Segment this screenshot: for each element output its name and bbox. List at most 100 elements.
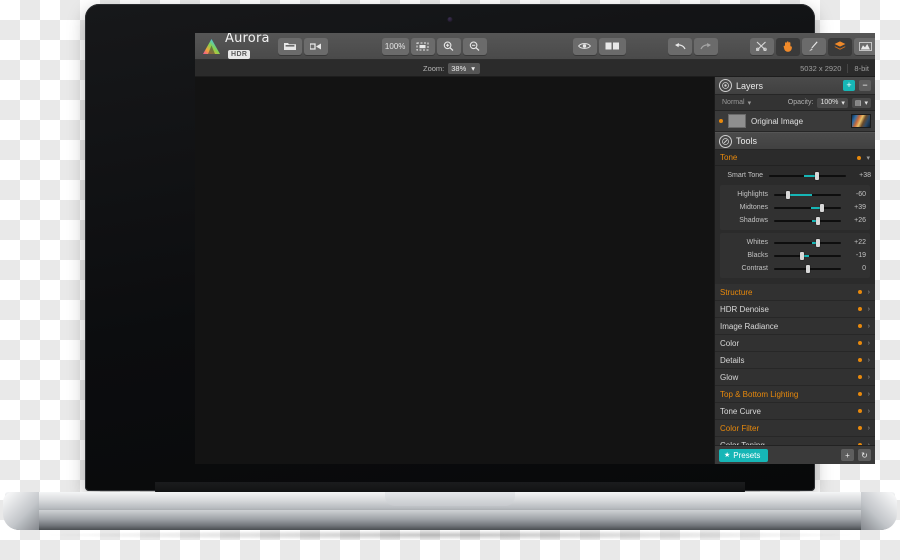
slider-track[interactable] [769, 171, 846, 180]
filter-active-dot[interactable] [857, 341, 862, 345]
filter-active-dot[interactable] [857, 392, 862, 396]
slider-track[interactable] [774, 251, 841, 260]
presets-bar: ★ Presets + ↻ [715, 445, 875, 464]
slider-handle[interactable] [800, 251, 805, 260]
layer-thumbnail [728, 114, 746, 128]
filter-row[interactable]: HDR Denoise › [715, 301, 875, 318]
layers-tool-button[interactable] [827, 37, 852, 55]
slider-handle[interactable] [814, 171, 819, 180]
filter-row[interactable]: Details › [715, 352, 875, 369]
slider-handle[interactable] [816, 216, 821, 225]
chevron-right-icon[interactable]: › [868, 289, 870, 296]
filter-active-dot[interactable] [857, 375, 862, 379]
filter-active-dot[interactable] [857, 290, 862, 294]
blend-mode-select[interactable]: Normal ▾ [719, 98, 754, 108]
chevron-right-icon[interactable]: › [868, 357, 870, 364]
chevron-right-icon[interactable]: › [868, 391, 870, 398]
filter-row[interactable]: Structure › [715, 284, 875, 301]
slider-row[interactable]: Contrast 0 [720, 262, 870, 275]
slider-track[interactable] [774, 190, 841, 199]
slider-track[interactable] [774, 264, 841, 273]
layer-item-original-image[interactable]: Original Image [715, 111, 875, 132]
filter-row[interactable]: Glow › [715, 369, 875, 386]
slider-row[interactable]: Highlights -60 [720, 188, 870, 201]
histogram-button[interactable] [853, 37, 875, 55]
chevron-right-icon[interactable]: › [868, 306, 870, 313]
filter-row[interactable]: Color › [715, 335, 875, 352]
slider-row[interactable]: Whites +22 [720, 236, 870, 249]
chevron-right-icon[interactable]: › [868, 408, 870, 415]
app-body: Layers + − Normal ▾ Opacity: 100% ▾ ▤ ▾ … [195, 77, 875, 464]
chevron-down-icon[interactable]: ▾ [866, 154, 870, 162]
info-bar: Zoom: 38% ▾ 5032 x 2920 8-bit [195, 60, 875, 77]
slider-value: +26 [854, 217, 866, 224]
zoom-out-icon [469, 41, 480, 51]
filter-active-dot[interactable] [857, 324, 862, 328]
image-dimensions: 5032 x 2920 [800, 63, 842, 73]
slider-label: Whites [746, 239, 768, 246]
add-layer-button[interactable]: + [843, 80, 855, 91]
slider-track[interactable] [774, 216, 841, 225]
fit-to-screen-button[interactable] [410, 37, 435, 55]
layers-panel-title: Layers [736, 80, 764, 91]
slider-track[interactable] [774, 238, 841, 247]
filter-row[interactable]: Color Filter › [715, 420, 875, 437]
crop-transform-icon [756, 41, 767, 51]
filter-row[interactable]: Top & Bottom Lighting › [715, 386, 875, 403]
compare-button[interactable] [598, 37, 626, 55]
filter-active-dot[interactable] [857, 426, 862, 430]
crop-tool-button[interactable] [749, 37, 774, 55]
chevron-right-icon[interactable]: › [868, 425, 870, 432]
smart-tone-row-group: Smart Tone +38 [715, 169, 875, 182]
slider-track[interactable] [774, 203, 841, 212]
filter-active-dot[interactable] [857, 307, 862, 311]
zoom-in-button[interactable] [436, 37, 461, 55]
layer-name: Original Image [751, 116, 804, 126]
opacity-select[interactable]: 100% ▾ [817, 97, 848, 108]
chevron-right-icon[interactable]: › [868, 340, 870, 347]
zoom-100-button[interactable]: 100% [381, 37, 409, 55]
slider-handle[interactable] [805, 264, 810, 273]
slider-row[interactable]: Midtones +39 [720, 201, 870, 214]
preview-toggle-button[interactable] [572, 37, 597, 55]
mask-menu-button[interactable]: ▤ ▾ [851, 97, 871, 108]
tone-section-header[interactable]: Tone ▾ [715, 150, 875, 166]
base-notch [385, 492, 515, 506]
slider-handle[interactable] [815, 238, 820, 247]
open-file-button[interactable] [277, 37, 302, 55]
chevron-right-icon[interactable]: › [868, 374, 870, 381]
brush-tool-button[interactable] [801, 37, 826, 55]
zoom-group: 100% [381, 37, 489, 55]
redo-button[interactable] [693, 37, 718, 55]
slider-handle[interactable] [819, 203, 824, 212]
undo-button[interactable] [667, 37, 692, 55]
presets-button[interactable]: ★ Presets [719, 448, 769, 462]
zoom-out-button[interactable] [462, 37, 487, 55]
refresh-presets-button[interactable]: ↻ [858, 449, 871, 461]
history-group [667, 37, 720, 55]
filter-row[interactable]: Color Toning › [715, 437, 875, 445]
slider-row[interactable]: Shadows +26 [720, 214, 870, 227]
filter-active-dot[interactable] [857, 358, 862, 362]
chevron-right-icon[interactable]: › [868, 323, 870, 330]
hand-tool-button[interactable] [775, 37, 800, 55]
zoom-select[interactable]: 38% ▾ [448, 62, 481, 74]
fit-to-screen-icon [416, 42, 429, 51]
share-export-button[interactable] [303, 37, 328, 55]
webcam-icon [447, 17, 453, 22]
slider-row[interactable]: Smart Tone +38 [715, 169, 875, 182]
slider-value: -60 [855, 191, 866, 198]
layer-visibility-dot[interactable] [719, 119, 723, 123]
image-canvas[interactable] [195, 77, 714, 464]
remove-layer-button[interactable]: − [859, 80, 871, 91]
laptop-screen: SKYLUM AuroraHDR [195, 33, 875, 464]
add-preset-button[interactable]: + [841, 449, 854, 461]
filter-row[interactable]: Image Radiance › [715, 318, 875, 335]
slider-row[interactable]: Blacks -19 [720, 249, 870, 262]
filter-name: Top & Bottom Lighting [720, 389, 799, 399]
slider-handle[interactable] [786, 190, 791, 199]
filter-active-dot[interactable] [857, 409, 862, 413]
layer-blend-bar: Normal ▾ Opacity: 100% ▾ ▤ ▾ [715, 95, 875, 111]
chevron-down-icon: ▾ [864, 99, 868, 107]
filter-row[interactable]: Tone Curve › [715, 403, 875, 420]
